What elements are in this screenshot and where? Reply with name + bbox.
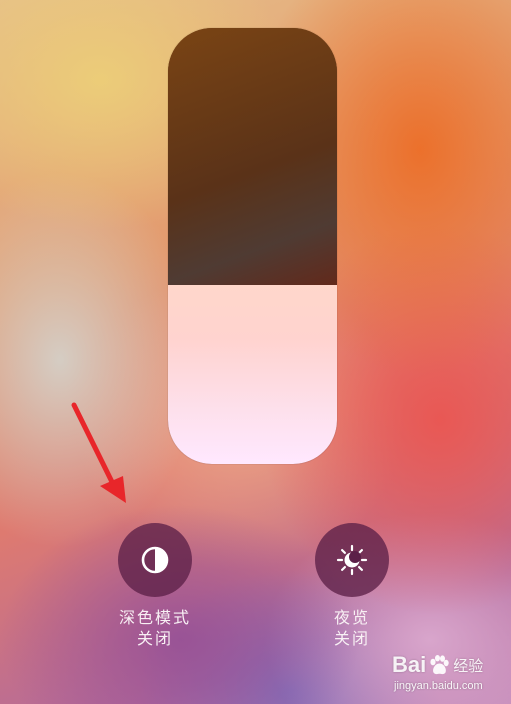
dark-mode-label: 深色模式 [118, 608, 191, 627]
watermark-brand-right: 经验 [453, 656, 484, 675]
watermark-brand-left: Bai [392, 652, 427, 677]
brightness-slider[interactable] [168, 28, 337, 464]
dark-mode-icon [141, 546, 169, 574]
baidu-paw-icon [430, 655, 449, 675]
dark-mode-status: 关闭 [136, 629, 173, 648]
dark-mode-button[interactable] [118, 523, 192, 597]
control-center-screen: 深色模式 关闭 夜览 关闭 Bai 经验 jingyan.baidu.com [0, 0, 511, 704]
brightness-slider-fill [168, 285, 337, 464]
night-shift-icon [336, 544, 368, 576]
night-shift-status: 关闭 [333, 629, 370, 648]
baidu-jingyan-watermark: Bai 经验 jingyan.baidu.com [392, 652, 504, 696]
night-shift-label: 夜览 [333, 608, 370, 627]
dark-mode-control: 深色模式 关闭 [80, 523, 230, 649]
night-shift-button[interactable] [315, 523, 389, 597]
watermark-url: jingyan.baidu.com [394, 680, 483, 692]
watermark-brand: Bai 经验 [392, 652, 483, 678]
night-shift-control: 夜览 关闭 [277, 523, 427, 649]
brightness-slider-empty [168, 28, 337, 286]
